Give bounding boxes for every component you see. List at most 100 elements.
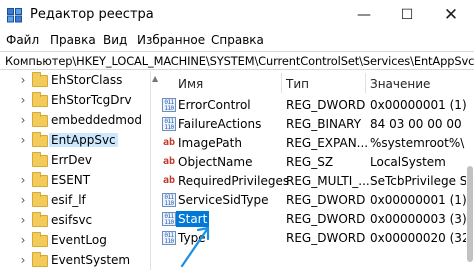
folder-icon [32, 172, 48, 187]
close-button[interactable]: ✕ [437, 4, 465, 26]
binary-value-icon: 011 110 [162, 193, 176, 207]
string-value-icon: ab [162, 137, 176, 148]
string-value-icon: ab [162, 175, 176, 186]
value-name: RequiredPrivileges [178, 174, 290, 188]
value-type: REG_DWORD [286, 212, 366, 226]
value-data: 84 03 00 00 00 00( [370, 117, 474, 131]
chevron-right-icon[interactable]: › [18, 213, 28, 227]
chevron-right-icon[interactable]: › [18, 193, 28, 207]
binary-value-icon: 011 110 [162, 231, 176, 245]
title-bar: Редактор реестра — ☐ ✕ [0, 0, 474, 30]
value-type: REG_DWORD [286, 193, 366, 207]
address-bar[interactable]: Компьютер\HKEY_LOCAL_MACHINE\SYSTEM\Curr… [0, 51, 474, 70]
window-title: Редактор реестра [30, 7, 154, 22]
tree-item-label: esif_lf [51, 193, 86, 207]
value-data: 0x00000003 (3) [370, 212, 467, 226]
menu-bar: Файл Правка Вид Избранное Справка [0, 30, 474, 51]
tree-item-label: ESENT [51, 173, 91, 187]
annotation-arrow-icon [180, 226, 210, 268]
tree-scrollbar[interactable]: ▲ [150, 71, 158, 270]
tree-item[interactable]: ErrDev [0, 151, 150, 171]
value-name: ErrorControl [178, 98, 251, 112]
folder-icon [32, 112, 48, 127]
column-name[interactable]: Имя [178, 77, 203, 91]
string-value-icon: ab [162, 156, 176, 167]
tree-item-label: ErrDev [51, 153, 92, 167]
folder-icon [32, 132, 48, 147]
folder-icon [32, 72, 48, 87]
column-header: Имя Тип Значение [158, 71, 474, 95]
chevron-right-icon[interactable]: › [18, 233, 28, 247]
chevron-right-icon[interactable]: › [18, 253, 28, 267]
value-type: REG_MULTI_... [286, 174, 370, 188]
folder-icon [32, 212, 48, 227]
binary-value-icon: 011 110 [162, 212, 176, 226]
maximize-button[interactable]: ☐ [393, 4, 421, 26]
value-name: ImagePath [178, 136, 242, 150]
chevron-right-icon[interactable]: › [18, 173, 28, 187]
column-divider[interactable] [281, 73, 282, 93]
folder-icon [32, 92, 48, 107]
value-type: REG_BINARY [286, 117, 362, 131]
tree-item[interactable]: › EventSystem [0, 251, 150, 270]
menu-edit[interactable]: Правка [50, 33, 96, 47]
key-tree: › EhStorClass › EhStorTcgDrv › embeddedm… [0, 71, 150, 270]
folder-icon [32, 152, 48, 167]
tree-item-selected[interactable]: › EntAppSvc [0, 131, 150, 151]
tree-item[interactable]: › EhStorClass [0, 71, 150, 91]
tree-item[interactable]: › EventLog [0, 231, 150, 251]
tree-item[interactable]: › esif_lf [0, 191, 150, 211]
menu-file[interactable]: Файл [6, 33, 39, 47]
value-name: FailureActions [178, 117, 262, 131]
chevron-right-icon[interactable]: › [18, 113, 28, 127]
chevron-right-icon[interactable]: › [18, 133, 28, 147]
menu-view[interactable]: Вид [103, 33, 127, 47]
value-row[interactable]: ab RequiredPrivileges REG_MULTI_... SeTc… [158, 172, 474, 191]
folder-icon [32, 252, 48, 267]
binary-value-icon: 011 110 [162, 117, 176, 131]
tree-item[interactable]: › embeddedmod [0, 111, 150, 131]
value-name: ServiceSidType [178, 193, 269, 207]
value-data: LocalSystem [370, 155, 446, 169]
tree-item-label: EhStorTcgDrv [51, 93, 132, 107]
value-type: REG_DWORD [286, 98, 366, 112]
value-row[interactable]: 011 110 ErrorControl REG_DWORD 0x0000000… [158, 96, 474, 115]
tree-item-label: EventLog [51, 233, 107, 247]
value-data: %systemroot%\ [370, 136, 465, 150]
minimize-button[interactable]: — [350, 4, 378, 26]
scrollbar-thumb[interactable] [467, 166, 473, 262]
value-row[interactable]: ab ObjectName REG_SZ LocalSystem [158, 153, 474, 172]
values-scrollbar[interactable] [466, 71, 474, 270]
tree-item-label: embeddedmod [51, 113, 142, 127]
tree-item-label: EventSystem [51, 253, 131, 267]
tree-item[interactable]: › ESENT [0, 171, 150, 191]
value-data: 0x00000001 (1) [370, 193, 467, 207]
value-type: REG_DWORD [286, 231, 366, 245]
value-row[interactable]: 011 110 ServiceSidType REG_DWORD 0x00000… [158, 191, 474, 210]
tree-item-label: esifsvc [51, 213, 93, 227]
folder-icon [32, 232, 48, 247]
tree-item-label: EntAppSvc [49, 133, 118, 147]
column-type[interactable]: Тип [286, 77, 309, 91]
value-name: ObjectName [178, 155, 253, 169]
registry-editor-icon [7, 8, 22, 23]
column-divider[interactable] [365, 73, 366, 93]
value-data: SeTcbPrivilege Se [370, 174, 474, 188]
folder-icon [32, 192, 48, 207]
chevron-right-icon[interactable]: › [18, 73, 28, 87]
column-data[interactable]: Значение [370, 77, 430, 91]
tree-item-label: EhStorClass [51, 73, 123, 87]
value-type: REG_EXPAN... [286, 136, 369, 150]
binary-value-icon: 011 110 [162, 98, 176, 112]
chevron-right-icon[interactable]: › [18, 93, 28, 107]
address-path[interactable]: Компьютер\HKEY_LOCAL_MACHINE\SYSTEM\Curr… [5, 54, 474, 68]
tree-item[interactable]: › esifsvc [0, 211, 150, 231]
value-type: REG_SZ [286, 155, 334, 169]
tree-item[interactable]: › EhStorTcgDrv [0, 91, 150, 111]
value-row[interactable]: ab ImagePath REG_EXPAN... %systemroot%\ [158, 134, 474, 153]
menu-favorites[interactable]: Избранное [137, 33, 205, 47]
value-data: 0x00000020 (32) [370, 231, 474, 245]
value-row[interactable]: 011 110 FailureActions REG_BINARY 84 03 … [158, 115, 474, 134]
menu-help[interactable]: Справка [211, 33, 264, 47]
value-data: 0x00000001 (1) [370, 98, 467, 112]
